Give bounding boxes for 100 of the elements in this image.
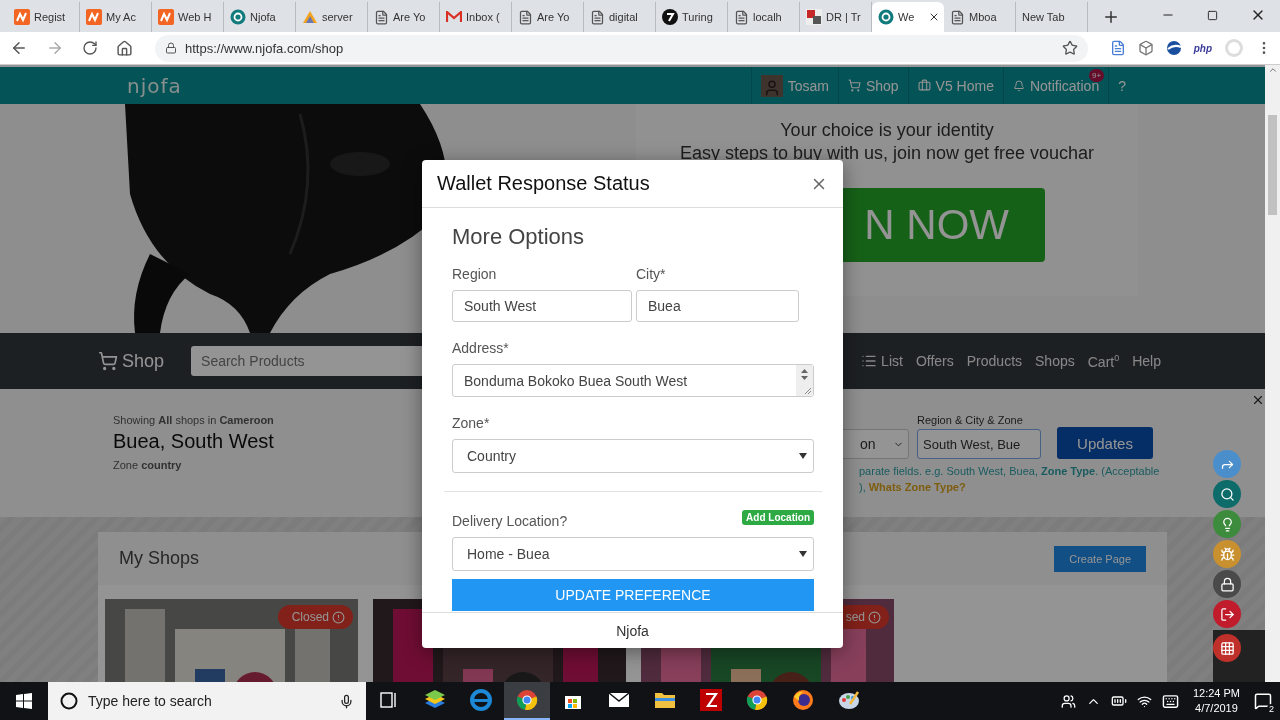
lock-icon <box>165 42 177 54</box>
nav-link[interactable]: Shops <box>1035 352 1075 370</box>
bookmark-star-icon[interactable] <box>1061 40 1078 56</box>
keyboard-icon[interactable] <box>1161 692 1179 710</box>
caret-icon <box>799 453 807 459</box>
grid-icon <box>1219 640 1235 656</box>
nav-link[interactable]: Products <box>966 352 1023 370</box>
floating-action-button[interactable] <box>1213 634 1241 662</box>
caret-icon <box>799 551 807 557</box>
layers-icon <box>423 689 447 711</box>
browser-tab[interactable]: We <box>872 2 944 32</box>
zone-select[interactable]: Country <box>452 439 814 473</box>
address-field[interactable]: Bonduma Bokoko Buea South West <box>452 364 814 397</box>
alert-icon <box>332 610 345 624</box>
showing-text: Showing All shops in Cameroon <box>113 414 274 426</box>
people-icon[interactable] <box>1060 693 1076 709</box>
address-bar[interactable]: https://www.njofa.com/shop <box>155 34 1088 62</box>
field-label: Region <box>452 266 498 282</box>
page-icon <box>590 9 605 25</box>
windows-logo-icon <box>16 693 32 709</box>
shop-brand-link[interactable]: Shop <box>98 350 165 372</box>
browser-logo-icon <box>516 689 538 711</box>
briefcase-icon <box>917 79 931 92</box>
list-icon <box>861 353 878 369</box>
close-icon[interactable] <box>928 11 940 23</box>
delivery-select[interactable]: Home - Buea <box>452 537 814 571</box>
avatar-icon <box>760 74 783 97</box>
status-badge: Closed <box>277 605 353 629</box>
location-title: Buea, South West <box>113 430 274 453</box>
nav-link[interactable]: Help <box>1132 352 1161 370</box>
taskbar-app-button[interactable] <box>504 682 550 720</box>
cube-icon[interactable] <box>1137 40 1154 56</box>
nav-link[interactable]: List <box>861 352 903 370</box>
page-icon <box>734 9 749 25</box>
notifications-button[interactable]: 2 <box>1254 692 1272 710</box>
sail-logo-icon <box>302 9 318 25</box>
document-icon[interactable] <box>1109 40 1126 56</box>
taskbar-search-field[interactable]: Type here to search <box>48 682 366 720</box>
bug-icon <box>1219 546 1235 562</box>
spinner-icon <box>796 365 813 396</box>
dialog-title: Wallet Response Status <box>437 172 650 195</box>
globe-logo-icon <box>230 9 246 25</box>
field-label: City* <box>636 266 667 282</box>
globe-logo-icon <box>878 9 894 25</box>
scroll-up-icon[interactable] <box>1267 65 1278 75</box>
envelope-icon <box>608 692 630 708</box>
page-icon <box>374 9 389 25</box>
logout-icon <box>1219 606 1235 622</box>
reload-button[interactable] <box>80 38 100 58</box>
page-icon <box>950 9 965 25</box>
maximize-icon <box>1207 9 1218 21</box>
dialog-footer-text: Njofa <box>616 622 649 639</box>
mail-logo-icon <box>446 11 462 23</box>
microphone-icon <box>339 693 354 709</box>
updates-button[interactable]: Updates <box>1057 427 1153 459</box>
city-field[interactable]: Buea <box>636 290 799 322</box>
plus-icon <box>1102 8 1120 26</box>
reload-icon <box>82 40 98 56</box>
extension-label[interactable]: php <box>1193 42 1212 54</box>
promo-subline: Easy steps to buy with us, join now get free vouchar <box>679 143 1095 164</box>
battery-icon[interactable] <box>1110 693 1127 709</box>
promo-tagline: Your choice is your identity <box>780 120 994 141</box>
task-view-icon <box>380 692 398 708</box>
lock-icon <box>1219 576 1235 592</box>
z-logo-icon <box>700 689 722 711</box>
nav-link[interactable]: Cart$^{0}$ <box>1087 352 1120 370</box>
location-field[interactable]: South West, Bue <box>917 429 1041 459</box>
hint-text: ), <box>859 481 866 493</box>
flag-logo-icon <box>806 9 822 25</box>
app-logo-icon <box>14 9 30 25</box>
nav-link[interactable]: Offers <box>915 352 954 370</box>
wifi-icon[interactable] <box>1136 693 1152 709</box>
region-field[interactable]: South West <box>452 290 632 322</box>
card-title: My Shops <box>119 548 200 569</box>
fox-logo-icon <box>792 689 814 711</box>
field-label: Delivery Location? <box>452 513 568 529</box>
cart-icon <box>98 351 118 371</box>
bell-icon <box>1012 79 1025 92</box>
section-heading: More Options <box>452 224 586 250</box>
ball-icon[interactable] <box>1165 40 1182 56</box>
field-label: Zone* <box>452 415 491 431</box>
notification-icon <box>1254 692 1272 710</box>
scrollbar-thumb[interactable] <box>1268 115 1277 215</box>
taskbar-clock[interactable]: 12:24 PM 4/7/2019 <box>1188 686 1244 716</box>
cart-icon <box>847 79 861 92</box>
field-label: Region & City & Zone <box>917 414 1024 426</box>
close-icon <box>1251 393 1265 407</box>
forward-arrow-icon <box>46 39 64 57</box>
home-icon <box>116 39 133 57</box>
notification-badge: 9+ <box>1089 69 1105 82</box>
alert-icon <box>868 610 881 624</box>
app-logo-icon <box>86 9 102 25</box>
browser-logo-icon <box>746 689 768 711</box>
circle-logo-icon <box>662 9 678 25</box>
circle-icon <box>60 692 78 710</box>
zone-text: Zone country <box>113 459 182 471</box>
app-logo-icon <box>158 9 174 25</box>
palette-icon <box>838 690 860 710</box>
e-logo-icon <box>470 689 492 711</box>
close-button[interactable] <box>1251 393 1265 407</box>
